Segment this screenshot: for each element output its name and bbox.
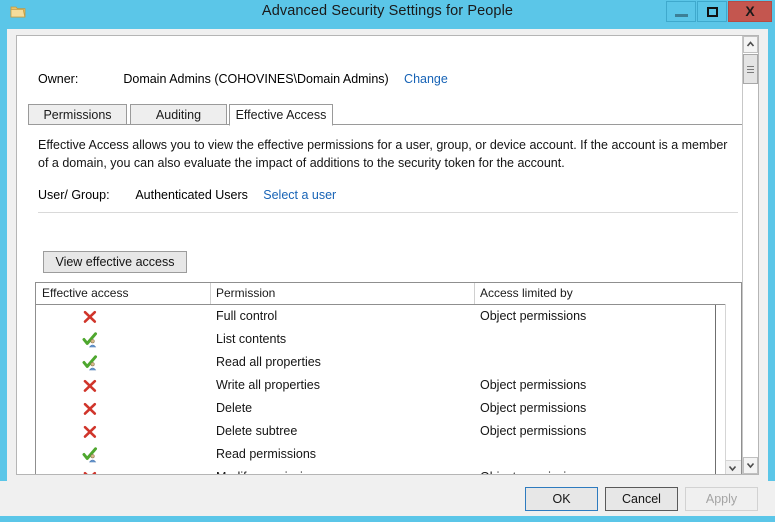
owner-value: Domain Admins (COHOVINES\Domain Admins) — [123, 72, 389, 86]
cancel-button[interactable]: Cancel — [605, 487, 678, 511]
ok-button[interactable]: OK — [525, 487, 598, 511]
maximize-icon — [707, 7, 718, 17]
tab-auditing[interactable]: Auditing — [130, 104, 227, 125]
table-row[interactable]: Full control Object permissions — [36, 305, 741, 328]
table-vertical-scrollbar[interactable] — [725, 304, 741, 474]
grip-line — [747, 66, 754, 67]
minimize-icon — [675, 14, 688, 17]
table-header-row: Effective access Permission Access limit… — [36, 283, 741, 305]
access-limited-by-label: Object permissions — [480, 309, 587, 323]
scrollbar-thumb[interactable] — [743, 54, 758, 84]
access-limited-by-label: Object permissions — [480, 424, 587, 438]
apply-button: Apply — [685, 487, 758, 511]
scroll-down-icon[interactable] — [726, 460, 741, 474]
permission-label: Full control — [216, 309, 278, 323]
scroll-up-icon[interactable] — [743, 36, 758, 53]
table-body: Full control Object permissions List conte… — [36, 305, 741, 474]
permission-label: Delete subtree — [216, 424, 298, 438]
green-check-user-icon — [82, 355, 98, 371]
permission-label: Modify permissions — [216, 470, 323, 474]
minimize-button[interactable] — [666, 1, 696, 22]
table-row[interactable]: Write all properties Object permissions — [36, 374, 741, 397]
change-owner-link[interactable]: Change — [404, 72, 448, 86]
owner-row: Owner: Domain Admins (COHOVINES\Domain A… — [38, 72, 448, 88]
column-divider — [715, 305, 716, 474]
column-header-effective-access[interactable]: Effective access — [42, 286, 128, 300]
red-x-icon — [82, 401, 98, 417]
permission-label: Delete — [216, 401, 253, 415]
dialog-footer: OK Cancel Apply — [0, 481, 775, 522]
scroll-down-icon[interactable] — [743, 457, 758, 474]
description-text: Effective Access allows you to view the … — [38, 138, 728, 170]
user-group-value: Authenticated Users — [135, 188, 248, 202]
close-button[interactable]: X — [728, 1, 772, 22]
column-header-access-limited-by[interactable]: Access limited by — [480, 286, 573, 300]
owner-label: Owner: — [38, 72, 79, 86]
access-limited-by-label: Object permissions — [480, 401, 587, 415]
permission-label: Read all properties — [216, 355, 321, 369]
permission-label: Write all properties — [216, 378, 320, 392]
window-title: Advanced Security Settings for People — [261, 3, 514, 19]
table-row[interactable]: Read all properties — [36, 351, 741, 374]
red-x-icon — [82, 309, 98, 325]
grip-line — [747, 69, 754, 70]
user-group-row: User/ Group: Authenticated Users Select … — [38, 188, 336, 204]
select-a-user-link[interactable]: Select a user — [263, 188, 336, 202]
green-check-user-icon — [82, 447, 98, 463]
user-group-label: User/ Group: — [38, 188, 110, 202]
grip-line — [747, 72, 754, 73]
table-row[interactable]: Delete Object permissions — [36, 397, 741, 420]
dialog-body: Owner: Domain Admins (COHOVINES\Domain A… — [7, 29, 768, 481]
header-separator[interactable] — [210, 283, 211, 304]
title-bar: Advanced Security Settings for People X — [0, 0, 775, 26]
window-bottom-edge — [0, 516, 775, 522]
column-header-permission[interactable]: Permission — [216, 286, 275, 300]
permission-label: Read permissions — [216, 447, 317, 461]
permission-label: List contents — [216, 332, 287, 346]
green-check-user-icon — [82, 332, 98, 348]
view-effective-access-button[interactable]: View effective access — [43, 251, 187, 273]
table-row[interactable]: List contents — [36, 328, 741, 351]
red-x-icon — [82, 470, 98, 474]
tab-strip: Permissions Auditing Effective Access — [28, 104, 750, 126]
horizontal-divider — [38, 212, 738, 213]
red-x-icon — [82, 424, 98, 440]
advanced-security-settings-window: Advanced Security Settings for People X … — [0, 0, 775, 522]
table-row[interactable]: Delete subtree Object permissions — [36, 420, 741, 443]
red-x-icon — [82, 378, 98, 394]
tab-permissions[interactable]: Permissions — [28, 104, 127, 125]
header-separator[interactable] — [474, 283, 475, 304]
access-limited-by-label: Object permissions — [480, 470, 586, 474]
table-row[interactable]: Read permissions — [36, 443, 741, 466]
tab-effective-access[interactable]: Effective Access — [229, 104, 333, 126]
access-limited-by-label: Object permissions — [480, 378, 587, 392]
panel-vertical-scrollbar[interactable] — [742, 36, 758, 474]
table-row[interactable]: Modify permissions Object permissions — [36, 466, 741, 474]
content-panel: Owner: Domain Admins (COHOVINES\Domain A… — [16, 35, 759, 475]
effective-access-table: Effective access Permission Access limit… — [35, 282, 742, 474]
window-controls: X — [666, 1, 772, 22]
maximize-button[interactable] — [697, 1, 727, 22]
